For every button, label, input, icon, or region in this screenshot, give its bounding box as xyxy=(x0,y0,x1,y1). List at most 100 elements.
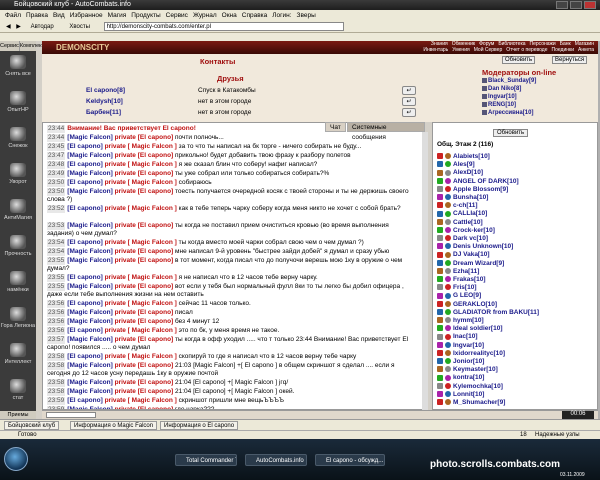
chat-sender[interactable]: [El сароnо] xyxy=(67,353,102,360)
banner-link[interactable]: Поединки xyxy=(552,47,575,53)
user-list-item[interactable]: AlexD[10] xyxy=(437,169,483,177)
chat-sender[interactable]: [El сароnо] xyxy=(67,327,102,334)
user-list-item[interactable]: Lonnit[10] xyxy=(437,391,484,399)
chat-input[interactable] xyxy=(46,412,96,418)
friend-action-button[interactable]: ↵ xyxy=(402,108,416,117)
friend-name[interactable]: Keldysh[10] xyxy=(86,97,123,107)
user-list-item[interactable]: Jonior[10] xyxy=(437,358,484,366)
banner-link[interactable]: Отчет о переводе xyxy=(506,47,547,53)
chat-private-target[interactable]: private [El сароnо] xyxy=(115,257,174,264)
user-list-item[interactable]: Ideal soldier[10] xyxy=(437,325,503,333)
chat-private-target[interactable]: private [El сароnо] xyxy=(115,152,174,159)
chat-sender[interactable]: [El сароnо] xyxy=(67,397,102,404)
task-total-commander[interactable]: Total Commander 7... xyxy=(175,454,237,466)
chat-sender[interactable]: [Magic Falcon] xyxy=(67,222,113,229)
chat-private-target[interactable]: private [El сароnо] xyxy=(115,318,174,325)
user-list-item[interactable]: kontra[10] xyxy=(437,374,484,382)
user-list-item[interactable]: Ixidorrealityc[10] xyxy=(437,350,505,358)
tab-fight-club[interactable]: Бойцовский клуб xyxy=(4,421,60,430)
chat-sender[interactable]: [Magic Falcon] xyxy=(67,362,113,369)
chat-sender[interactable]: [El сароnо] xyxy=(67,239,102,246)
left-panel-item[interactable]: ОпытНР xyxy=(0,91,36,113)
chat-private-target[interactable]: private [ Magic Falcon ] xyxy=(105,397,177,404)
user-list-item[interactable]: hymm[10] xyxy=(437,317,484,325)
user-list-item[interactable]: M_Shumacher[9] xyxy=(437,399,505,407)
menu-item[interactable]: Зверы xyxy=(297,12,316,19)
back-button[interactable]: Вернуться xyxy=(552,56,588,64)
user-list-item[interactable]: GLADIATOR from BAKU[11] xyxy=(437,309,539,317)
user-list-item[interactable]: Dream Wizard[9] xyxy=(437,260,504,268)
friend-action-button[interactable]: ↵ xyxy=(402,97,416,106)
chat-private-target[interactable]: private [El сароnо] xyxy=(115,388,174,395)
chat-private-target[interactable]: private [El сароnо] xyxy=(115,309,174,316)
left-panel-item[interactable]: стат xyxy=(0,379,36,401)
chat-private-target[interactable]: private [El сароnо] xyxy=(115,188,174,195)
task-el-capono[interactable]: El сароnо - обсужд... xyxy=(315,454,385,466)
user-list-item[interactable]: Cattle[10] xyxy=(437,219,483,227)
close-button[interactable] xyxy=(584,1,596,9)
user-list-item[interactable]: Apple Blossom[9] xyxy=(437,186,508,194)
favorites-button[interactable]: Хвосты xyxy=(69,24,90,30)
chat-private-target[interactable]: private [El сароnо] xyxy=(115,170,174,177)
moderator-item[interactable]: Ingvar[10] xyxy=(482,94,517,100)
refresh-userlist-button[interactable]: Обновить xyxy=(493,129,529,137)
user-list-item[interactable]: Ezha[11] xyxy=(437,268,479,276)
menu-item[interactable]: Логин: xyxy=(272,12,291,19)
chat-sender[interactable]: [El сароnо] xyxy=(67,179,102,186)
moderator-item[interactable]: Агрессивна[10] xyxy=(482,110,533,116)
chat-sender[interactable]: [Magic Falcon] xyxy=(67,309,113,316)
user-list-item[interactable]: Keymaster[10] xyxy=(437,366,498,374)
moderator-item[interactable]: Dan Niko[8] xyxy=(482,86,521,92)
chat-private-target[interactable]: private [El сароnо] xyxy=(115,283,174,290)
moderator-item[interactable]: RENG[10] xyxy=(482,102,516,108)
user-list-item[interactable]: Kylemochka[10] xyxy=(437,383,503,391)
chat-sender[interactable]: [Magic Falcon] xyxy=(67,152,113,159)
forward-icon[interactable]: ▶ xyxy=(16,24,21,30)
user-list-item[interactable]: Inac[10] xyxy=(437,333,478,341)
user-list-item[interactable]: Dark vc[10] xyxy=(437,235,488,243)
chat-sender[interactable]: [El сароnо] xyxy=(67,205,102,212)
chat-sender[interactable]: [Magic Falcon] xyxy=(67,379,113,386)
menu-item[interactable]: Правка xyxy=(26,12,48,19)
left-panel-item[interactable]: Уворот xyxy=(0,163,36,185)
autofill-button[interactable]: Автодар xyxy=(31,24,54,30)
left-panel-item[interactable]: намёнки xyxy=(0,271,36,293)
menu-item[interactable]: Файл xyxy=(5,12,21,19)
user-list-item[interactable]: Crock-ker[10] xyxy=(437,227,495,235)
user-list-item[interactable]: GERAKLO[10] xyxy=(437,301,497,309)
user-list-item[interactable]: Ales[9] xyxy=(437,161,475,169)
tab-info-magic-falcon[interactable]: Информация о Magic Falcon xyxy=(70,421,158,430)
chat-private-target[interactable]: private [El сароnо] xyxy=(115,379,174,386)
friend-action-button[interactable]: ↵ xyxy=(402,86,416,95)
menu-item[interactable]: Журнал xyxy=(193,12,217,19)
user-list-item[interactable]: Frakas[10] xyxy=(437,276,486,284)
back-icon[interactable]: ◀ xyxy=(6,24,11,30)
menu-item[interactable]: Сервис xyxy=(166,12,188,19)
left-panel-item[interactable]: Гора Легиона xyxy=(0,307,36,329)
chat-private-target[interactable]: private [ Magic Falcon ] xyxy=(105,161,177,168)
tab-service[interactable]: Сервис xyxy=(0,41,20,51)
user-list-item[interactable]: Bunsha[10] xyxy=(437,194,488,202)
user-list-item[interactable]: Fris[10] xyxy=(437,284,476,292)
banner-link[interactable]: Инвентарь xyxy=(423,47,448,53)
left-panel-item[interactable]: Прочность xyxy=(0,235,36,257)
tab-chat[interactable]: Чат xyxy=(325,122,346,132)
menu-item[interactable]: Окна xyxy=(222,12,237,19)
menu-item[interactable]: Вид xyxy=(53,12,65,19)
chat-sender[interactable]: [El сароnо] xyxy=(67,161,102,168)
address-bar[interactable]: http://demonscity-combats.com/enter.pl xyxy=(103,21,344,31)
tab-info-el-capono[interactable]: Информация о El сароnо xyxy=(160,421,239,430)
menu-item[interactable]: Магия xyxy=(108,12,127,19)
friend-name[interactable]: Барбен[11] xyxy=(86,108,121,118)
user-list-item[interactable]: Alabiets[10] xyxy=(437,153,490,161)
left-panel-item[interactable]: Интеллект xyxy=(0,343,36,365)
chat-private-target[interactable]: private [ Magic Falcon ] xyxy=(105,327,177,334)
moderator-item[interactable]: Black_Sunday[9] xyxy=(482,78,536,84)
left-panel-item[interactable]: АнтиМагия xyxy=(0,199,36,221)
chat-private-target[interactable]: private [ Magic Falcon ] xyxy=(105,179,177,186)
chat-sender[interactable]: [Magic Falcon] xyxy=(67,170,113,177)
chat-scrollbar[interactable] xyxy=(422,132,428,410)
menu-item[interactable]: Справка xyxy=(242,12,268,19)
chat-private-target[interactable]: private [El сароnо] xyxy=(115,362,174,369)
start-button[interactable] xyxy=(4,447,28,471)
